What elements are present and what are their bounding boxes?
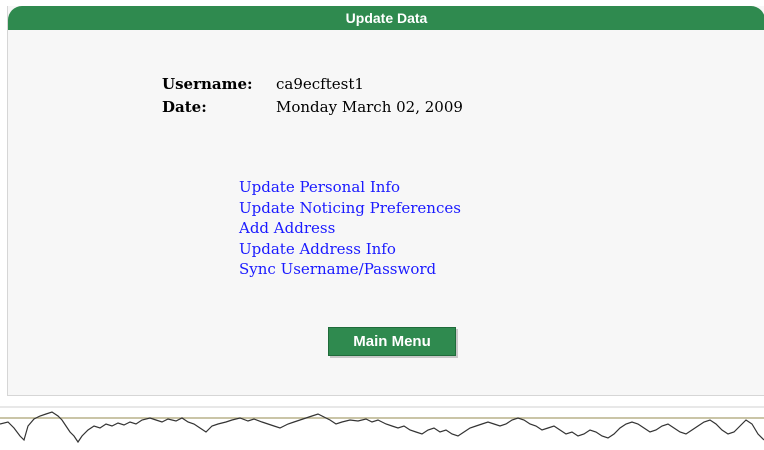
main-menu-button[interactable]: Main Menu — [328, 327, 456, 356]
username-label: Username: — [162, 75, 253, 93]
sync-username-password-link[interactable]: Sync Username/Password — [239, 259, 461, 280]
update-noticing-preferences-link[interactable]: Update Noticing Preferences — [239, 198, 461, 219]
panel-title: Update Data — [8, 6, 764, 30]
date-label: Date: — [162, 98, 207, 116]
update-data-panel: Update Data Username: ca9ecftest1 Date: … — [7, 6, 764, 396]
update-links-list: Update Personal Info Update Noticing Pre… — [239, 177, 461, 280]
update-address-info-link[interactable]: Update Address Info — [239, 239, 461, 260]
torn-edge-strip — [0, 406, 764, 446]
username-value: ca9ecftest1 — [276, 75, 364, 93]
add-address-link[interactable]: Add Address — [239, 218, 461, 239]
torn-edge-graphic — [0, 406, 764, 444]
update-personal-info-link[interactable]: Update Personal Info — [239, 177, 461, 198]
date-value: Monday March 02, 2009 — [276, 98, 463, 116]
